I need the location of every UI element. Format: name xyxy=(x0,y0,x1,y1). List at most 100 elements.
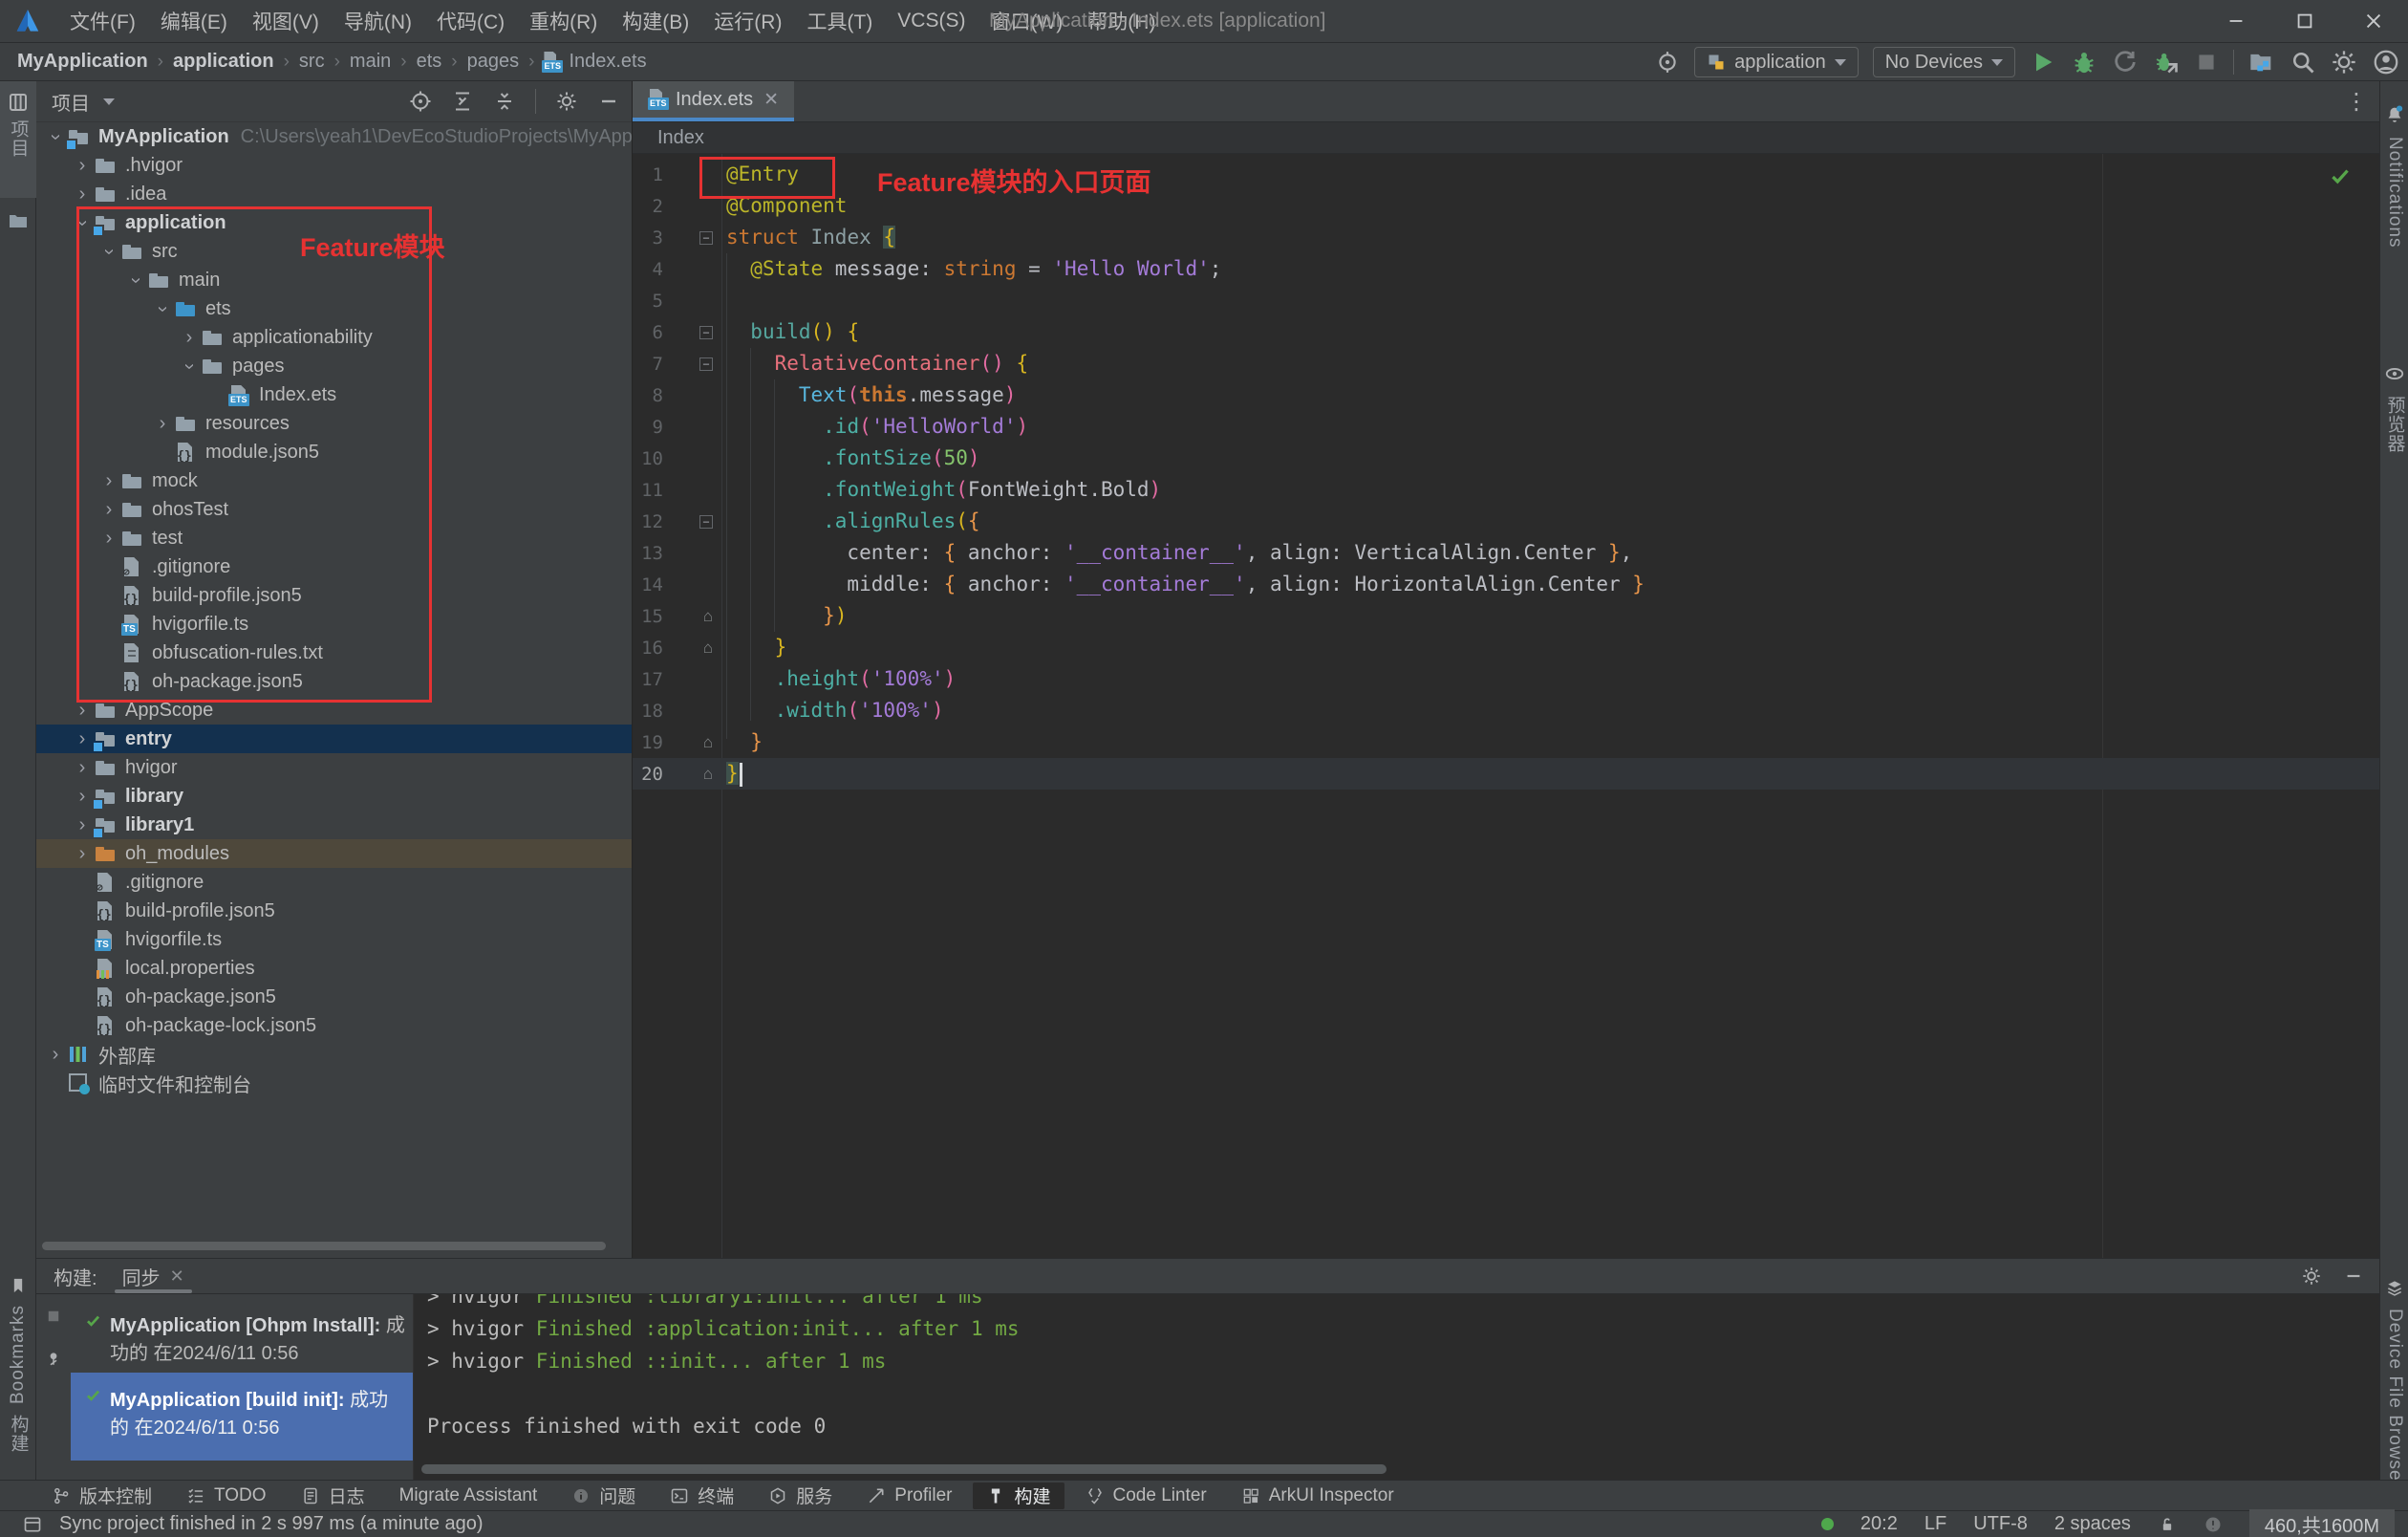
menu-item-视图(V)[interactable]: 视图(V) xyxy=(240,0,332,42)
menu-item-运行(R)[interactable]: 运行(R) xyxy=(701,0,794,42)
toolwindow-button-版本控制[interactable]: 版本控制 xyxy=(38,1483,165,1509)
toolwindow-button-服务[interactable]: 服务 xyxy=(755,1483,846,1509)
tree-item-Index.ets[interactable]: ETSIndex.ets xyxy=(36,380,632,409)
code-line-4[interactable]: 4 @State message: string = 'Hello World'… xyxy=(633,253,2379,285)
tree-item-oh-package.json5[interactable]: {}oh-package.json5 xyxy=(36,983,632,1011)
tree-item-外部库[interactable]: ›外部库 xyxy=(36,1040,632,1069)
tree-item-.gitignore[interactable]: ⊘.gitignore xyxy=(36,868,632,897)
code-line-2[interactable]: 2@Component xyxy=(633,190,2379,222)
code-line-12[interactable]: 12− .alignRules({ xyxy=(633,506,2379,537)
fold-collapse-icon[interactable]: − xyxy=(699,357,713,371)
breadcrumb-item-ets[interactable]: ets xyxy=(415,51,444,73)
build-tool-label[interactable]: 构建 xyxy=(6,1415,32,1453)
tree-item-hvigorfile.ts[interactable]: TShvigorfile.ts xyxy=(36,610,632,639)
tree-chevron-icon[interactable]: › xyxy=(178,327,201,349)
bookmarks-tool-label[interactable]: Bookmarks xyxy=(8,1305,29,1404)
notifications-bell-icon[interactable] xyxy=(2384,104,2405,125)
settings-gear-icon[interactable] xyxy=(2331,49,2357,76)
previewer-tool-label[interactable]: 预览器 xyxy=(2382,396,2408,453)
tree-chevron-icon[interactable]: › xyxy=(98,240,120,263)
tree-item-library1[interactable]: ›library1 xyxy=(36,811,632,839)
run-configuration-select[interactable]: application xyxy=(1694,47,1859,77)
tree-item-obfuscation-rules.txt[interactable]: obfuscation-rules.txt xyxy=(36,639,632,667)
tree-chevron-icon[interactable]: › xyxy=(71,757,94,779)
tree-item-mock[interactable]: ›mock xyxy=(36,466,632,495)
tree-chevron-icon[interactable]: › xyxy=(44,1044,67,1066)
attach-debugger-button[interactable] xyxy=(2153,49,2180,76)
tree-chevron-icon[interactable]: › xyxy=(71,728,94,750)
tree-item-build-profile.json5[interactable]: {}build-profile.json5 xyxy=(36,581,632,610)
tree-chevron-icon[interactable]: › xyxy=(151,413,174,435)
tree-chevron-icon[interactable]: › xyxy=(179,355,201,378)
stop-square-icon[interactable] xyxy=(45,1308,62,1325)
code-line-5[interactable]: 5 xyxy=(633,285,2379,316)
code-line-8[interactable]: 8 Text(this.message) xyxy=(633,379,2379,411)
minimize-button[interactable] xyxy=(2202,0,2270,42)
run-button[interactable] xyxy=(2030,49,2056,76)
tree-chevron-icon[interactable]: › xyxy=(71,843,94,865)
memory-indicator[interactable]: 460,共1600M xyxy=(2249,1509,2395,1537)
menu-item-构建(B)[interactable]: 构建(B) xyxy=(610,0,701,42)
tree-item-pages[interactable]: ›pages xyxy=(36,352,632,380)
menu-item-工具(T)[interactable]: 工具(T) xyxy=(794,0,885,42)
log-horizontal-scrollbar[interactable] xyxy=(421,1464,1387,1474)
breadcrumb-item-pages[interactable]: pages xyxy=(465,51,522,73)
build-result-row[interactable]: MyApplication [build init]: 成功的 在2024/6/… xyxy=(71,1373,413,1461)
tab-close-icon[interactable]: ✕ xyxy=(763,89,779,111)
rerun-coverage-icon[interactable] xyxy=(2112,49,2139,76)
tree-horizontal-scrollbar[interactable] xyxy=(42,1242,606,1250)
toolwindow-button-终端[interactable]: 终端 xyxy=(656,1483,747,1509)
build-log[interactable]: > hvigor Finished :library1:init... afte… xyxy=(413,1294,2379,1480)
unlock-icon[interactable] xyxy=(2158,1515,2177,1534)
tree-item-ets[interactable]: ›ets xyxy=(36,294,632,323)
toolwindow-button-构建[interactable]: 构建 xyxy=(973,1483,1064,1509)
layout-icon[interactable] xyxy=(23,1515,42,1534)
build-result-row[interactable]: MyApplication [Ohpm Install]: 成功的 在2024/… xyxy=(71,1302,413,1373)
tree-item-AppScope[interactable]: ›AppScope xyxy=(36,696,632,725)
locate-target-icon[interactable] xyxy=(1655,50,1680,75)
tree-item-临时文件和控制台[interactable]: 临时文件和控制台 xyxy=(36,1069,632,1097)
device-select[interactable]: No Devices xyxy=(1873,47,2015,77)
code-line-10[interactable]: 10 .fontSize(50) xyxy=(633,443,2379,474)
code-viewport[interactable]: 1@Entry2@Component3−struct Index {4 @Sta… xyxy=(633,154,2379,1258)
fold-end-icon[interactable]: ⌂ xyxy=(703,733,713,752)
tree-item-build-profile.json5[interactable]: {}build-profile.json5 xyxy=(36,897,632,925)
device-file-browser-strip-icon[interactable] xyxy=(2385,1278,2404,1297)
close-button[interactable] xyxy=(2339,0,2408,42)
code-line-9[interactable]: 9 .id('HelloWorld') xyxy=(633,411,2379,443)
tree-chevron-icon[interactable]: › xyxy=(97,470,120,492)
build-tab-sync[interactable]: 同步 ✕ xyxy=(122,1259,184,1293)
tree-chevron-icon[interactable]: › xyxy=(71,155,94,177)
tree-item-MyApplication[interactable]: ›MyApplicationC:\Users\yeah1\DevEcoStudi… xyxy=(36,122,632,151)
tree-item-resources[interactable]: ›resources xyxy=(36,409,632,438)
toolwindow-button-Code Linter[interactable]: Code Linter xyxy=(1072,1483,1220,1509)
tree-chevron-icon[interactable]: › xyxy=(71,814,94,836)
tree-item-entry[interactable]: ›entry xyxy=(36,725,632,753)
code-line-17[interactable]: 17 .height('100%') xyxy=(633,663,2379,695)
fold-end-icon[interactable]: ⌂ xyxy=(703,607,713,626)
tree-item-.idea[interactable]: ›.idea xyxy=(36,180,632,208)
code-lines[interactable]: 1@Entry2@Component3−struct Index {4 @Sta… xyxy=(633,159,2379,790)
tree-item-application[interactable]: ›application xyxy=(36,208,632,237)
tree-item-src[interactable]: ›src xyxy=(36,237,632,266)
code-line-7[interactable]: 7− RelativeContainer() { xyxy=(633,348,2379,379)
fold-collapse-icon[interactable]: − xyxy=(699,515,713,529)
notifications-tool-label[interactable]: Notifications xyxy=(2384,137,2405,249)
breadcrumb-item-MyApplication[interactable]: MyApplication xyxy=(15,51,150,73)
tree-item-module.json5[interactable]: {}module.json5 xyxy=(36,438,632,466)
tree-item-oh_modules[interactable]: ›oh_modules xyxy=(36,839,632,868)
pin-icon[interactable] xyxy=(45,1350,62,1367)
tree-item-hvigorfile.ts[interactable]: TShvigorfile.ts xyxy=(36,925,632,954)
maximize-button[interactable] xyxy=(2270,0,2339,42)
tree-item-oh-package-lock.json5[interactable]: {}oh-package-lock.json5 xyxy=(36,1011,632,1040)
tree-chevron-icon[interactable]: › xyxy=(97,499,120,521)
tree-item-.gitignore[interactable]: ⊘.gitignore xyxy=(36,552,632,581)
toolwindow-button-日志[interactable]: 日志 xyxy=(288,1483,378,1509)
project-tool-button[interactable]: 项目 xyxy=(0,81,36,198)
code-line-1[interactable]: 1@Entry xyxy=(633,159,2379,190)
code-line-20[interactable]: 20⌂} xyxy=(633,758,2379,790)
tree-chevron-icon[interactable]: › xyxy=(71,700,94,722)
toolwindow-button-ArkUI Inspector[interactable]: ArkUI Inspector xyxy=(1228,1483,1408,1509)
tree-item-oh-package.json5[interactable]: {}oh-package.json5 xyxy=(36,667,632,696)
file-encoding[interactable]: UTF-8 xyxy=(1973,1513,2028,1535)
